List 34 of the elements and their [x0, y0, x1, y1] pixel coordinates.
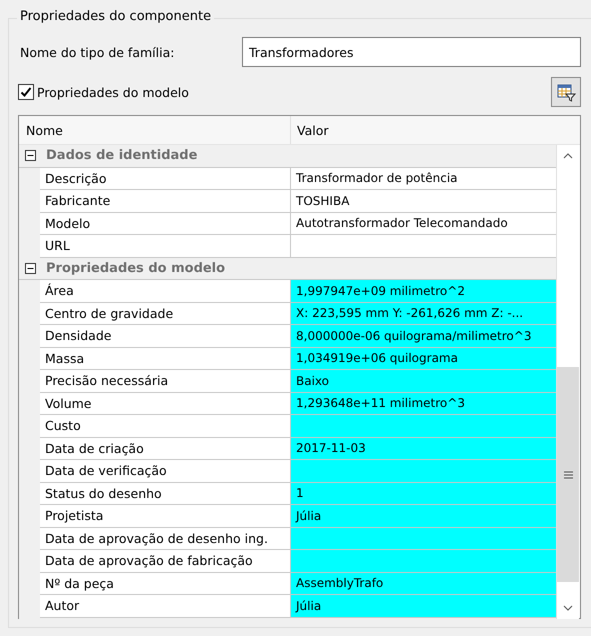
family-label: Nome do tipo de família:	[19, 44, 176, 60]
scroll-down-icon[interactable]	[563, 605, 573, 611]
table-filter-icon	[556, 82, 576, 102]
section-title: Propriedades do modelo	[46, 260, 226, 276]
property-value[interactable]: X: 223,595 mm Y: -261,626 mm Z: -...	[291, 302, 556, 325]
column-header[interactable]: Valor	[291, 122, 329, 138]
group-title: Propriedades do componente	[17, 9, 214, 24]
property-value[interactable]: 1	[291, 482, 556, 505]
scroll-up-icon[interactable]	[563, 153, 573, 159]
table-filter-button[interactable]	[551, 77, 581, 107]
model-properties-checkbox[interactable]: Propriedades do modelo	[18, 84, 189, 100]
property-value[interactable]	[291, 460, 556, 482]
property-value[interactable]: 2017-11-03	[291, 438, 556, 460]
property-value[interactable]: Júlia	[291, 505, 556, 528]
column-header[interactable]: Nome	[19, 116, 291, 144]
scrollbar[interactable]	[556, 145, 579, 619]
property-value[interactable]: Júlia	[291, 595, 556, 618]
property-value[interactable]: 1,034919e+06 quilograma	[291, 348, 556, 370]
scroll-thumb[interactable]	[557, 367, 579, 582]
section-title: Dados de identidade	[46, 148, 198, 164]
family-name-field[interactable]: Transformadores	[242, 37, 581, 67]
collapse-icon[interactable]	[25, 262, 36, 274]
collapse-icon[interactable]	[25, 150, 36, 162]
property-value[interactable]: 8,000000e-06 quilograma/milimetro^3	[291, 325, 556, 348]
property-value[interactable]	[291, 528, 556, 550]
property-value[interactable]: Autotransformador Telecomandado	[291, 212, 556, 235]
property-value[interactable]: 1,997947e+09 milimetro^2	[291, 280, 556, 302]
property-value[interactable]: Baixo	[291, 370, 556, 392]
property-value[interactable]: 1,293648e+11 milimetro^3	[291, 392, 556, 415]
property-value[interactable]	[291, 550, 556, 572]
property-value[interactable]	[291, 415, 556, 438]
property-name: Autor	[40, 595, 291, 618]
property-value[interactable]: AssemblyTrafo	[291, 572, 556, 595]
check-icon	[20, 86, 32, 98]
